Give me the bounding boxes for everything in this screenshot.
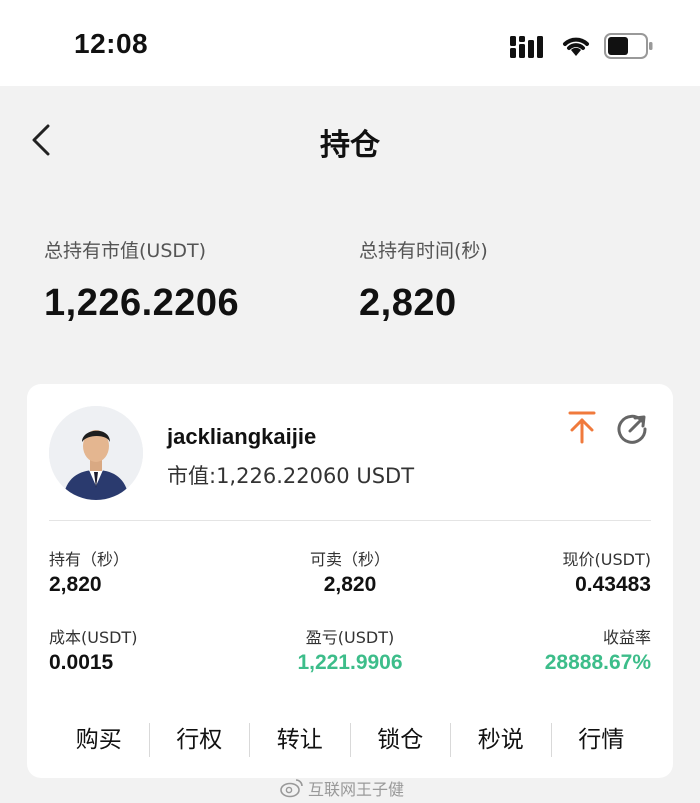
- sellable-label: 可卖（秒）: [309, 550, 390, 569]
- lock-button[interactable]: 锁仓: [351, 723, 451, 757]
- market-button[interactable]: 行情: [552, 723, 652, 757]
- price-value: 0.43483: [575, 573, 651, 596]
- yield-value: 28888.67%: [544, 651, 651, 674]
- pnl-value: 1,221.9906: [297, 651, 403, 674]
- battery-icon: [604, 33, 653, 59]
- watermark: 互联网王子健: [280, 776, 404, 800]
- transfer-button[interactable]: 转让: [250, 723, 351, 757]
- market-value: 市值:1,226.22060 USDT: [167, 464, 415, 488]
- action-bar: 购买 行权 转让 锁仓 秒说 行情: [49, 720, 651, 760]
- refresh-icon[interactable]: [615, 412, 649, 446]
- comment-button[interactable]: 秒说: [451, 723, 552, 757]
- price-label: 现价(USDT): [562, 550, 651, 569]
- cost-label: 成本(USDT): [49, 628, 138, 647]
- page-title: 持仓: [320, 128, 380, 163]
- total-value: 1,226.2206: [44, 282, 240, 324]
- pin-top-icon[interactable]: [567, 410, 597, 444]
- status-bar: 12:08: [0, 0, 700, 86]
- total-value-label: 总持有市值(USDT): [44, 240, 207, 262]
- weibo-icon: [280, 779, 303, 798]
- sellable-value: 2,820: [323, 573, 377, 596]
- signal-icon: [510, 36, 543, 58]
- wifi-icon: [563, 37, 589, 56]
- holding-card: jackliangkaijie 市值:1,226.22060 USDT 持有（秒…: [27, 384, 673, 778]
- yield-label: 收益率: [602, 628, 651, 647]
- total-time-label: 总持有时间(秒): [359, 240, 488, 262]
- username: jackliangkaijie: [167, 424, 317, 449]
- buy-button[interactable]: 购买: [49, 723, 150, 757]
- hold-label: 持有（秒）: [49, 550, 130, 569]
- pnl-label: 盈亏(USDT): [305, 628, 395, 647]
- exercise-button[interactable]: 行权: [150, 723, 250, 757]
- status-time: 12:08: [74, 28, 149, 59]
- cost-value: 0.0015: [49, 651, 114, 674]
- watermark-text: 互联网王子健: [308, 780, 405, 799]
- hold-value: 2,820: [49, 573, 102, 596]
- total-time: 2,820: [359, 282, 457, 324]
- card-divider: [49, 520, 651, 521]
- avatar[interactable]: [49, 406, 143, 500]
